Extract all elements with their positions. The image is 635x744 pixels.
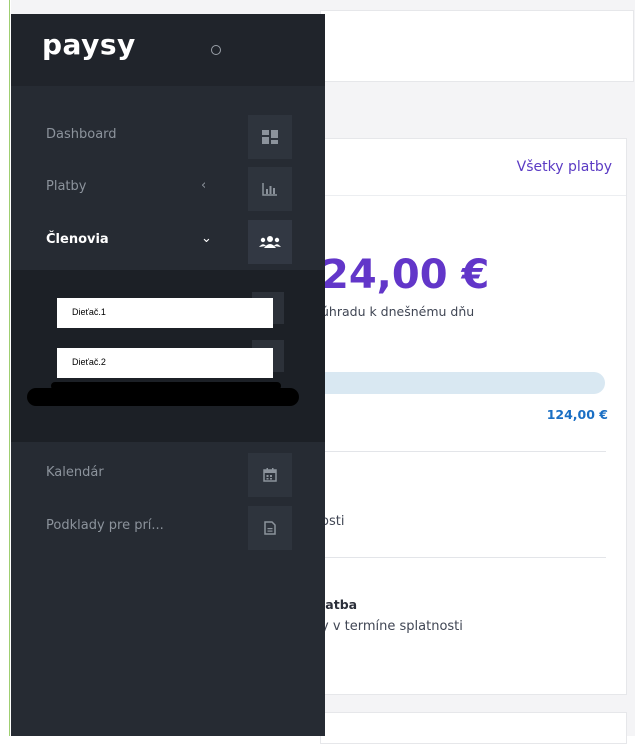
sidebar-header: paysy (11, 14, 325, 86)
redaction-mark (51, 382, 281, 390)
top-bar (320, 10, 634, 82)
all-payments-link[interactable]: Všetky platby (517, 159, 612, 175)
window-edge (0, 0, 11, 736)
progress-amount: 124,00 € (546, 407, 608, 422)
document-icon[interactable] (248, 506, 292, 550)
sidebar-item-platby[interactable]: Platby ‹ (11, 166, 325, 212)
sidebar-item-podklady[interactable]: Podklady pre prí... (11, 505, 325, 551)
amount-caption: úhradu k dnešnému dňu (321, 304, 475, 319)
divider (321, 557, 606, 558)
window-edge-line (9, 0, 10, 736)
divider (321, 451, 606, 452)
sidebar-item-label: Dashboard (46, 127, 117, 142)
sidebar: paysy Dashboard Platby ‹ Členovia ⌄ Dieť… (11, 14, 325, 736)
chevron-down-icon: ⌄ (201, 231, 212, 246)
card-header: Všetky platby (321, 139, 626, 196)
submenu-item-child-1[interactable]: Dieťač.1 (57, 298, 273, 328)
members-submenu: Dieťač.1 Dieťač.2 (11, 270, 325, 442)
users-icon[interactable] (248, 220, 292, 264)
chart-icon[interactable] (248, 167, 292, 211)
payments-card: Všetky platby 24,00 € úhradu k dnešnému … (320, 138, 627, 695)
redaction-mark (27, 388, 299, 406)
sidebar-item-kalendar[interactable]: Kalendár (11, 452, 325, 498)
submenu-item-child-2[interactable]: Dieťač.2 (57, 348, 273, 378)
submenu-item-label: Dieťač.1 (72, 307, 106, 317)
sidebar-item-label: Členovia (46, 232, 109, 247)
submenu-item-label: Dieťač.2 (72, 357, 106, 367)
total-amount: 24,00 € (321, 252, 490, 298)
sidebar-item-label: Kalendár (46, 465, 104, 480)
sidebar-item-dashboard[interactable]: Dashboard (11, 114, 325, 160)
sidebar-item-clenovia[interactable]: Členovia ⌄ (11, 219, 325, 265)
calendar-icon[interactable] (248, 453, 292, 497)
sidebar-item-label: Podklady pre prí... (46, 518, 164, 533)
list-item-title: latba (321, 597, 358, 612)
list-item-text: y v termíne splatnosti (321, 619, 463, 634)
progress-bar (321, 372, 605, 394)
sidebar-toggle-icon[interactable] (211, 45, 221, 55)
dashboard-icon[interactable] (248, 115, 292, 159)
chevron-left-icon: ‹ (201, 178, 207, 193)
paysy-logo[interactable]: paysy (42, 28, 136, 61)
secondary-card (320, 712, 627, 744)
sidebar-item-label: Platby (46, 179, 87, 194)
